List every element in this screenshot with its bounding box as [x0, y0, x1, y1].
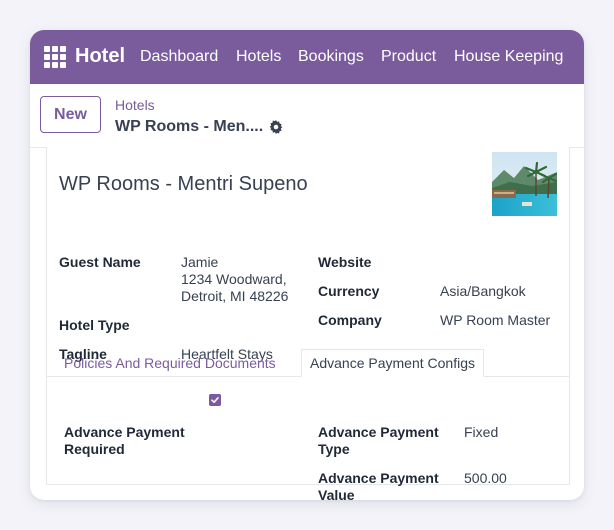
menu-bookings[interactable]: Bookings: [298, 48, 364, 66]
advance-required-checkbox[interactable]: [209, 394, 221, 406]
tab-policies[interactable]: Policies And Required Documents: [64, 355, 276, 371]
form-sheet: WP Rooms - Mentri Supeno Guest Name Jami…: [46, 147, 570, 500]
website-label: Website: [318, 254, 372, 270]
advance-type-value[interactable]: Fixed: [464, 424, 498, 441]
guest-name-label: Guest Name: [59, 254, 141, 270]
advance-value-label-line2: Value: [318, 487, 355, 500]
app-brand[interactable]: Hotel: [75, 45, 125, 68]
breadcrumb-parent[interactable]: Hotels: [115, 97, 155, 113]
advance-required-label-line2: Required: [64, 441, 125, 457]
apps-grid-icon[interactable]: [44, 46, 66, 68]
hotel-type-label: Hotel Type: [59, 317, 130, 333]
breadcrumb-current: WP Rooms - Men....: [115, 118, 264, 135]
currency-label: Currency: [318, 283, 380, 299]
top-navbar: Hotel Dashboard Hotels Bookings Product …: [30, 30, 584, 84]
company-value[interactable]: WP Room Master: [440, 312, 550, 329]
advance-type-label: Advance Payment: [318, 424, 439, 440]
app-window: Hotel Dashboard Hotels Bookings Product …: [30, 30, 584, 500]
control-panel: New Hotels WP Rooms - Men....: [30, 84, 584, 148]
company-label: Company: [318, 312, 382, 328]
advance-type-label-line2: Type: [318, 441, 350, 457]
menu-house-keeping[interactable]: House Keeping: [454, 48, 563, 66]
menu-dashboard[interactable]: Dashboard: [140, 48, 218, 66]
menu-hotels[interactable]: Hotels: [236, 48, 281, 66]
advance-required-label: Advance Payment: [64, 424, 185, 440]
record-title: WP Rooms - Mentri Supeno: [59, 173, 308, 195]
guest-name-value[interactable]: Jamie: [181, 254, 218, 271]
gear-icon[interactable]: [269, 120, 283, 134]
hotel-image[interactable]: [492, 152, 557, 216]
tab-advance-payment[interactable]: Advance Payment Configs: [301, 349, 484, 377]
new-button[interactable]: New: [40, 96, 101, 133]
currency-value[interactable]: Asia/Bangkok: [440, 283, 526, 300]
guest-address-line: Detroit, MI 48226: [181, 288, 289, 304]
advance-value-label: Advance Payment: [318, 470, 439, 486]
guest-address-line: 1234 Woodward,: [181, 271, 287, 287]
advance-value-amount[interactable]: 500.00: [464, 470, 507, 487]
menu-product[interactable]: Product: [381, 48, 436, 66]
